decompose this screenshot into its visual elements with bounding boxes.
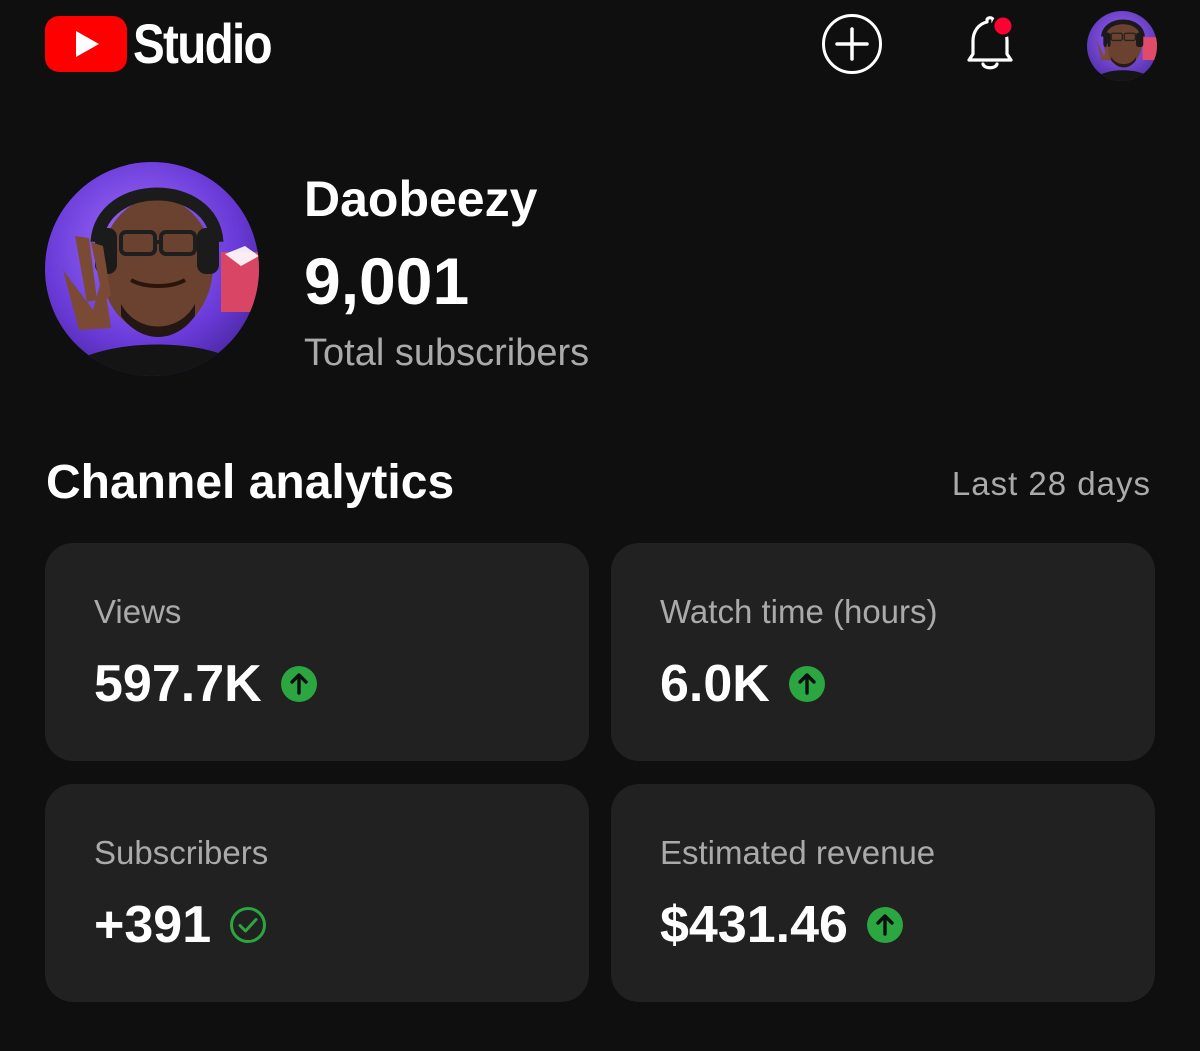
notification-dot — [991, 14, 1015, 38]
channel-name: Daobeezy — [304, 171, 538, 227]
card-label: Estimated revenue — [660, 834, 936, 871]
subscribers-card[interactable]: Subscribers +391 — [45, 784, 589, 1002]
bell-icon[interactable] — [959, 12, 1021, 74]
card-label: Watch time (hours) — [660, 593, 938, 630]
card-value: 6.0K — [660, 655, 770, 713]
card-value: 597.7K — [94, 655, 262, 713]
arrow-up-circle-icon — [866, 907, 903, 943]
add-circle-icon[interactable] — [821, 13, 883, 75]
top-app-bar: Studio — [0, 0, 1200, 100]
youtube-studio-logo[interactable]: Studio — [45, 16, 295, 72]
card-label: Subscribers — [94, 834, 269, 871]
subscriber-count: 9,001 — [304, 244, 470, 318]
youtube-play-icon — [45, 16, 127, 72]
views-card[interactable]: Views 597.7K — [45, 543, 589, 761]
channel-analytics-title: Channel analytics — [46, 456, 455, 509]
card-value: +391 — [94, 896, 212, 954]
account-avatar[interactable] — [1087, 11, 1157, 81]
channel-avatar-image — [45, 162, 259, 376]
studio-wordmark: Studio — [133, 12, 273, 75]
channel-avatar — [45, 162, 259, 376]
avatar-image — [1087, 11, 1157, 81]
check-circle-icon — [230, 907, 267, 943]
card-value: $431.46 — [660, 896, 848, 954]
watch-time-card[interactable]: Watch time (hours) 6.0K — [611, 543, 1155, 761]
card-label: Views — [94, 593, 182, 630]
arrow-up-circle-icon — [280, 666, 317, 702]
subscriber-label: Total subscribers — [304, 332, 590, 374]
period-selector[interactable]: Last 28 days — [952, 463, 1151, 505]
arrow-up-circle-icon — [788, 666, 825, 702]
estimated-revenue-card[interactable]: Estimated revenue $431.46 — [611, 784, 1155, 1002]
